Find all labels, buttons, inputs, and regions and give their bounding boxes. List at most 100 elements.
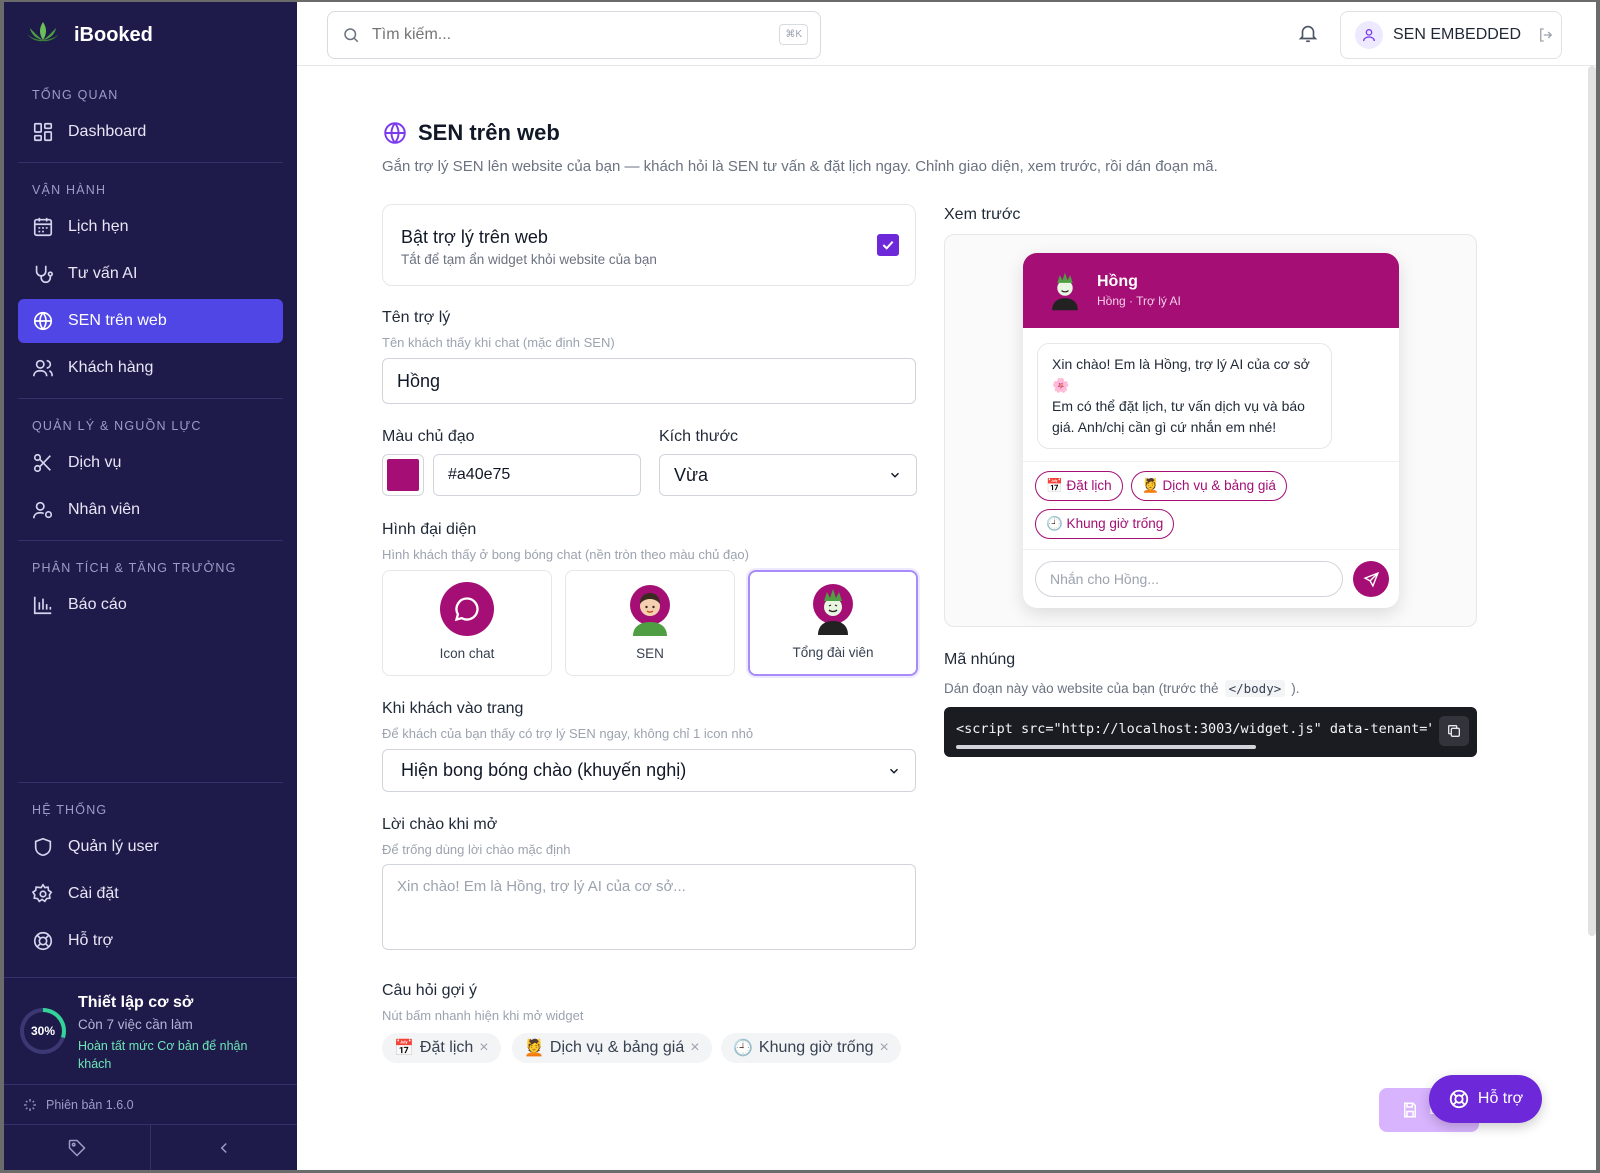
on-enter-hint: Để khách của bạn thấy có trợ lý SEN ngay… [382,726,754,741]
version-label: Phiên bản 1.6.0 [46,1097,134,1112]
users-icon [33,359,53,377]
operator-avatar-icon [812,583,854,635]
suggestion-chip-text: Khung giờ trống [758,1039,874,1056]
gear-icon [32,883,53,903]
sidebar-item-label: Quản lý user [68,838,159,855]
sen-avatar-icon [629,584,671,636]
sidebar-footer [4,1124,297,1170]
sidebar-item-label: Dashboard [68,123,147,140]
calendar-emoji-icon: 📅 [394,1040,414,1057]
chevron-down-icon [889,768,899,774]
section-management: QUẢN LÝ & NGUỒN LỰC [32,419,202,433]
greeting-textarea[interactable]: Xin chào! Em là Hồng, trợ lý AI của cơ s… [382,864,916,950]
code-scrollbar[interactable] [956,745,1256,749]
color-swatch-picker[interactable] [382,454,424,496]
copy-icon [1448,725,1460,737]
suggestion-chip[interactable]: 📅 Đặt lịch × [382,1033,501,1063]
sidebar-item-label: Dịch vụ [68,454,122,471]
stethoscope-icon [35,265,53,284]
quick-reply-button[interactable]: 🕘 Khung giờ trống [1035,509,1175,539]
shortcut-badge: ⌘K [779,24,808,45]
color-swatch [387,459,419,491]
avatar-option-sen[interactable]: SEN [565,570,735,676]
operator-avatar-icon [1047,264,1083,317]
widget-message-input[interactable]: Nhắn cho Hồng... [1035,561,1343,597]
notifications-button[interactable] [1297,22,1319,49]
chat-bubble-icon [440,582,494,636]
widget-header: Hồng Hồng · Trợ lý AI [1023,253,1399,328]
sidebar-item-staff[interactable]: Nhân viên [18,488,283,532]
user-menu-button[interactable]: SEN EMBEDDED [1340,11,1562,59]
color-label: Màu chủ đạo [382,428,475,445]
sidebar-item-label: Cài đặt [68,885,119,902]
remove-chip-icon[interactable]: × [880,1039,889,1057]
enable-checkbox[interactable] [877,234,899,256]
greeting-hint: Để trống dùng lời chào mặc định [382,842,571,857]
sidebar-item-appointments[interactable]: Lịch hẹn [18,205,283,249]
page-scrollbar[interactable] [1588,66,1596,936]
copy-button[interactable] [1439,716,1469,746]
suggestion-chip[interactable]: 💆 Dịch vụ & bảng giá × [512,1033,712,1063]
sidebar-item-user-management[interactable]: Quản lý user [18,825,283,869]
collapse-sidebar-button[interactable] [151,1125,297,1170]
on-enter-label: Khi khách vào trang [382,700,524,717]
sidebar-item-label: Tư vấn AI [68,265,138,282]
remove-chip-icon[interactable]: × [690,1039,699,1057]
logout-icon[interactable] [1537,26,1555,44]
size-label: Kích thước [659,428,739,445]
quick-reply-button[interactable]: 📅 Đặt lịch [1035,471,1123,501]
color-hex-input[interactable]: #a40e75 [433,454,641,496]
sidebar-item-customers[interactable]: Khách hàng [18,346,283,390]
help-label: Hỗ trợ [1477,1090,1524,1107]
on-enter-value: Hiện bong bóng chào (khuyến nghị) [401,760,687,780]
embed-hint: Dán đoạn này vào website của bạn (trước … [944,680,1300,697]
quick-reply-button[interactable]: 💆 Dịch vụ & bảng giá [1131,471,1287,501]
send-button[interactable] [1353,561,1389,597]
help-floating-button[interactable]: Hỗ trợ [1429,1075,1542,1123]
tag-button[interactable] [4,1125,151,1170]
sidebar-item-label: Hỗ trợ [68,932,114,949]
search-input[interactable] [372,26,752,44]
shield-icon [34,837,52,857]
avatar-option-chat-icon[interactable]: Icon chat [382,570,552,676]
search-icon [344,28,359,43]
avatar-option-label: SEN [636,646,664,661]
embed-code-block[interactable]: <script src="http://localhost:3003/widge… [944,707,1477,757]
page-title-text: SEN trên web [418,120,560,145]
embed-code[interactable]: <script src="http://localhost:3003/widge… [956,721,1432,737]
search-box[interactable]: ⌘K [327,11,821,59]
section-operations: VẬN HÀNH [32,183,107,197]
sidebar: iBooked TỔNG QUAN Dashboard VẬN HÀNH Lịc… [4,2,297,1170]
remove-chip-icon[interactable]: × [479,1039,488,1057]
app-name: iBooked [74,23,153,46]
assistant-name-input[interactable]: Hồng [382,358,916,404]
sidebar-item-label: Khách hàng [68,359,154,376]
setup-hint: Hoàn tất mức Cơ bản để nhận khách [78,1039,248,1071]
clock-emoji-icon: 🕘 [733,1040,753,1057]
brand[interactable]: iBooked [4,2,297,68]
sidebar-item-settings[interactable]: Cài đặt [18,872,283,916]
sidebar-item-dashboard[interactable]: Dashboard [18,110,283,154]
enable-title: Bật trợ lý trên web [401,227,548,247]
on-enter-select[interactable]: Hiện bong bóng chào (khuyến nghị) [382,749,916,792]
chevron-left-icon [220,1142,227,1153]
user-name: SEN EMBEDDED [1393,26,1522,43]
sidebar-item-ai-consult[interactable]: Tư vấn AI [18,252,283,296]
widget-subtitle: Hồng · Trợ lý AI [1097,294,1181,308]
size-select[interactable]: Vừa [659,454,917,496]
suggestion-chip[interactable]: 🕘 Khung giờ trống × [721,1033,901,1063]
sidebar-item-support[interactable]: Hỗ trợ [18,919,283,963]
bar-chart-icon [33,596,52,615]
avatar-option-operator[interactable]: Tổng đài viên [748,570,918,676]
sidebar-item-services[interactable]: Dịch vụ [18,441,283,485]
enable-card: Bật trợ lý trên web Tắt để tạm ẩn widget… [382,204,916,286]
massage-emoji-icon: 💆 [524,1040,544,1057]
embed-label: Mã nhúng [944,651,1016,668]
sidebar-item-reports[interactable]: Báo cáo [18,583,283,627]
sidebar-item-sen-web[interactable]: SEN trên web [18,299,283,343]
setup-progress-ring: 30% [20,1008,66,1054]
section-system: HỆ THỐNG [32,803,108,817]
suggestion-chip-text: Dịch vụ & bảng giá [549,1039,685,1056]
greeting-line-1: Xin chào! Em là Hồng, trợ lý AI của cơ s… [1052,356,1310,393]
setup-progress-card[interactable]: 30% Thiết lập cơ sở Còn 7 việc cần làm H… [4,977,297,1087]
